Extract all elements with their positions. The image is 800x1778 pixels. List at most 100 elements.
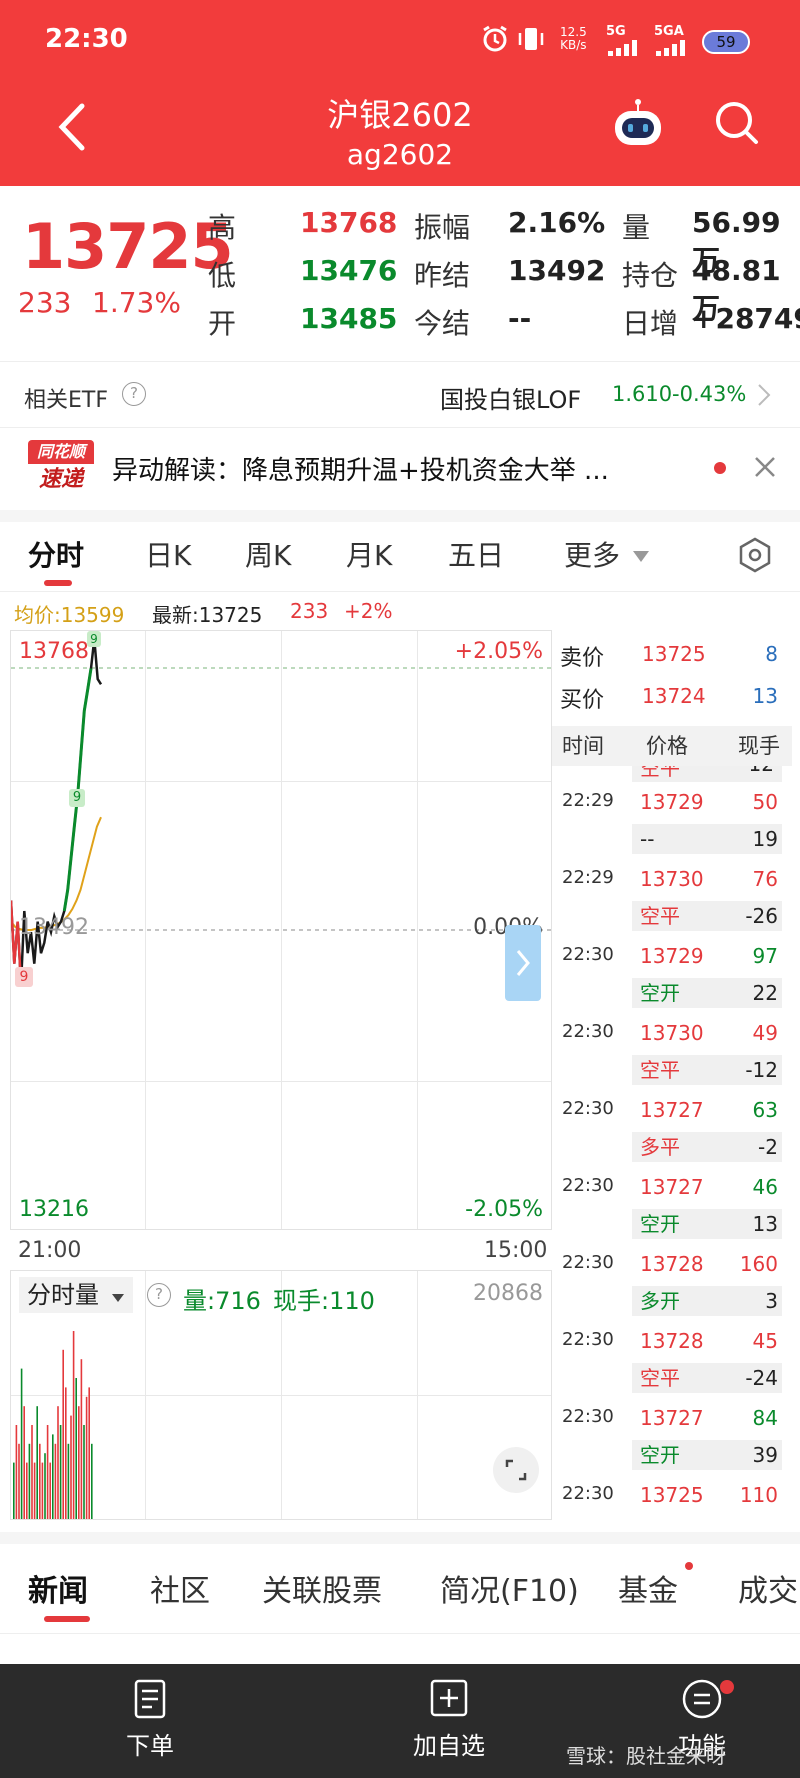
volume-bar	[70, 1415, 72, 1519]
fullscreen-icon[interactable]	[493, 1447, 539, 1493]
menu-icon	[682, 1679, 722, 1719]
volume-selector[interactable]: 分时量	[19, 1277, 133, 1313]
stat-label: 低	[208, 259, 237, 292]
expand-panel-button[interactable]	[505, 925, 541, 1001]
intraday-chart[interactable]: 13768 +2.05% 13492 0.00% 13216 -2.05% 9 …	[10, 630, 552, 1230]
trade-row: 22:30 13727 84 空开 39	[552, 1398, 792, 1475]
chart-tab[interactable]: 月K	[346, 534, 392, 574]
help-icon[interactable]: ?	[147, 1283, 171, 1307]
alarm-icon	[480, 24, 510, 54]
robot-assistant-icon[interactable]	[610, 96, 666, 152]
trade-time: 22:30	[562, 1175, 614, 1196]
watermark: 雪球：股社金来呀	[566, 1744, 726, 1768]
sell-qty: 8	[765, 642, 778, 666]
volume-value: 量:716	[183, 1287, 261, 1315]
news-banner[interactable]: 同花顺 速递 异动解读：降息预期升温+投机资金大举 ...	[0, 428, 800, 510]
volume-bar	[36, 1406, 38, 1519]
trade-qty: 63	[752, 1098, 778, 1122]
chart-tab[interactable]: 周K	[245, 534, 291, 574]
latest-price-label: 最新:13725	[152, 603, 263, 627]
sim2-label: 5GA	[654, 24, 684, 39]
order-button[interactable]: 下单	[110, 1678, 190, 1768]
chart-tab[interactable]: 日K	[145, 534, 191, 574]
col-time: 时间	[562, 734, 604, 758]
volume-bar	[33, 1462, 36, 1519]
trade-qty: 45	[752, 1329, 778, 1353]
chart-tab[interactable]: 更多	[564, 534, 620, 574]
chart-change-pct: +2%	[344, 599, 393, 623]
trade-price: 13727	[640, 1406, 704, 1430]
trade-qty: 50	[752, 790, 778, 814]
volume-bar	[80, 1359, 83, 1519]
settings-icon[interactable]	[736, 536, 774, 574]
trade-time: 22:30	[562, 1021, 614, 1042]
sim1-label: 5G	[606, 24, 626, 39]
trade-kind-qty: -26	[745, 904, 778, 928]
info-tab[interactable]: 新闻	[28, 1566, 88, 1610]
back-icon[interactable]	[52, 102, 92, 152]
chart-tab[interactable]: 分时	[28, 534, 84, 574]
chart-info: 均价:13599 最新:13725 233 +2%	[0, 594, 560, 628]
volume-bar	[28, 1443, 31, 1519]
volume-bar	[59, 1425, 62, 1519]
volume-bar	[83, 1425, 85, 1519]
volume-bar	[75, 1378, 77, 1519]
trade-kind-qty: -12	[745, 1058, 778, 1082]
info-tab[interactable]: 基金	[618, 1566, 678, 1610]
volume-max-label: 20868	[473, 1281, 543, 1306]
etf-label: 相关ETF	[24, 388, 108, 413]
trade-kind-qty: 3	[765, 1289, 778, 1313]
order-label: 下单	[126, 1732, 174, 1760]
trade-time: 22:29	[562, 790, 614, 811]
chevron-down-icon	[632, 548, 650, 562]
buy-label: 买价	[560, 688, 605, 713]
chevron-down-icon	[111, 1294, 124, 1302]
x-start-label: 21:00	[18, 1238, 82, 1263]
stat-label: 高	[208, 211, 237, 244]
chart-marker: 9	[87, 631, 101, 647]
trade-qty: 110	[739, 1483, 778, 1507]
bottom-pct-label: -2.05%	[465, 1197, 543, 1222]
trade-list: 22:29 13729 50 -- 19 22:29 13730 76 空平 -26 2…	[552, 782, 792, 1520]
col-hand: 现手	[738, 734, 780, 758]
quote-summary: 13725 233 1.73% 高 13768 振幅 2.16% 量 56.99万低 134…	[0, 186, 800, 362]
partial-trade-row: 空平 -12	[632, 766, 782, 782]
trade-price: 13729	[640, 790, 704, 814]
volume-bar	[31, 1425, 33, 1519]
price-chart-svg	[11, 638, 551, 985]
trade-time: 22:30	[562, 1252, 614, 1273]
trade-time: 22:30	[562, 1098, 614, 1119]
battery-indicator: 59	[702, 30, 750, 54]
close-icon[interactable]	[752, 454, 778, 480]
info-tab[interactable]: 成交	[738, 1566, 798, 1610]
info-tab[interactable]: 关联股票	[262, 1566, 382, 1610]
col-price: 价格	[646, 734, 688, 758]
sell-price: 13725	[642, 642, 706, 666]
help-icon[interactable]: ?	[122, 382, 146, 406]
order-book: 卖价 13725 8 买价 13724 13 时间 价格 现手 空平 -12 2…	[552, 630, 792, 1520]
chart-tab[interactable]: 五日	[448, 534, 504, 574]
price-change: 233	[18, 286, 72, 319]
trade-table-header: 时间 价格 现手	[552, 726, 792, 766]
volume-selector-label: 分时量	[27, 1281, 99, 1309]
add-watchlist-button[interactable]: 加自选	[404, 1678, 494, 1768]
trade-kind-qty: -24	[745, 1366, 778, 1390]
search-icon[interactable]	[712, 98, 762, 148]
etf-price: 1.610	[612, 382, 673, 406]
signal-icon	[606, 40, 646, 56]
related-etf-row[interactable]: 相关ETF ? 国投白银LOF 1.610 -0.43%	[0, 362, 800, 428]
trade-time: 22:30	[562, 1406, 614, 1427]
y-top-label: 13768	[19, 639, 89, 664]
prev-settle-label: 13492	[19, 915, 89, 940]
add-label: 加自选	[413, 1732, 485, 1760]
info-tab[interactable]: 简况(F10)	[440, 1566, 579, 1610]
stat-value: 13485	[300, 302, 398, 335]
volume-panel: 分时量 ? 量:716 现手:110 20868	[10, 1270, 552, 1520]
volume-bar	[85, 1396, 88, 1519]
info-tab[interactable]: 社区	[150, 1566, 210, 1610]
trade-qty: 46	[752, 1175, 778, 1199]
active-tab-indicator	[44, 580, 72, 586]
trade-qty: 49	[752, 1021, 778, 1045]
trade-kind: 多开	[632, 1286, 782, 1316]
trade-price: 13727	[640, 1098, 704, 1122]
